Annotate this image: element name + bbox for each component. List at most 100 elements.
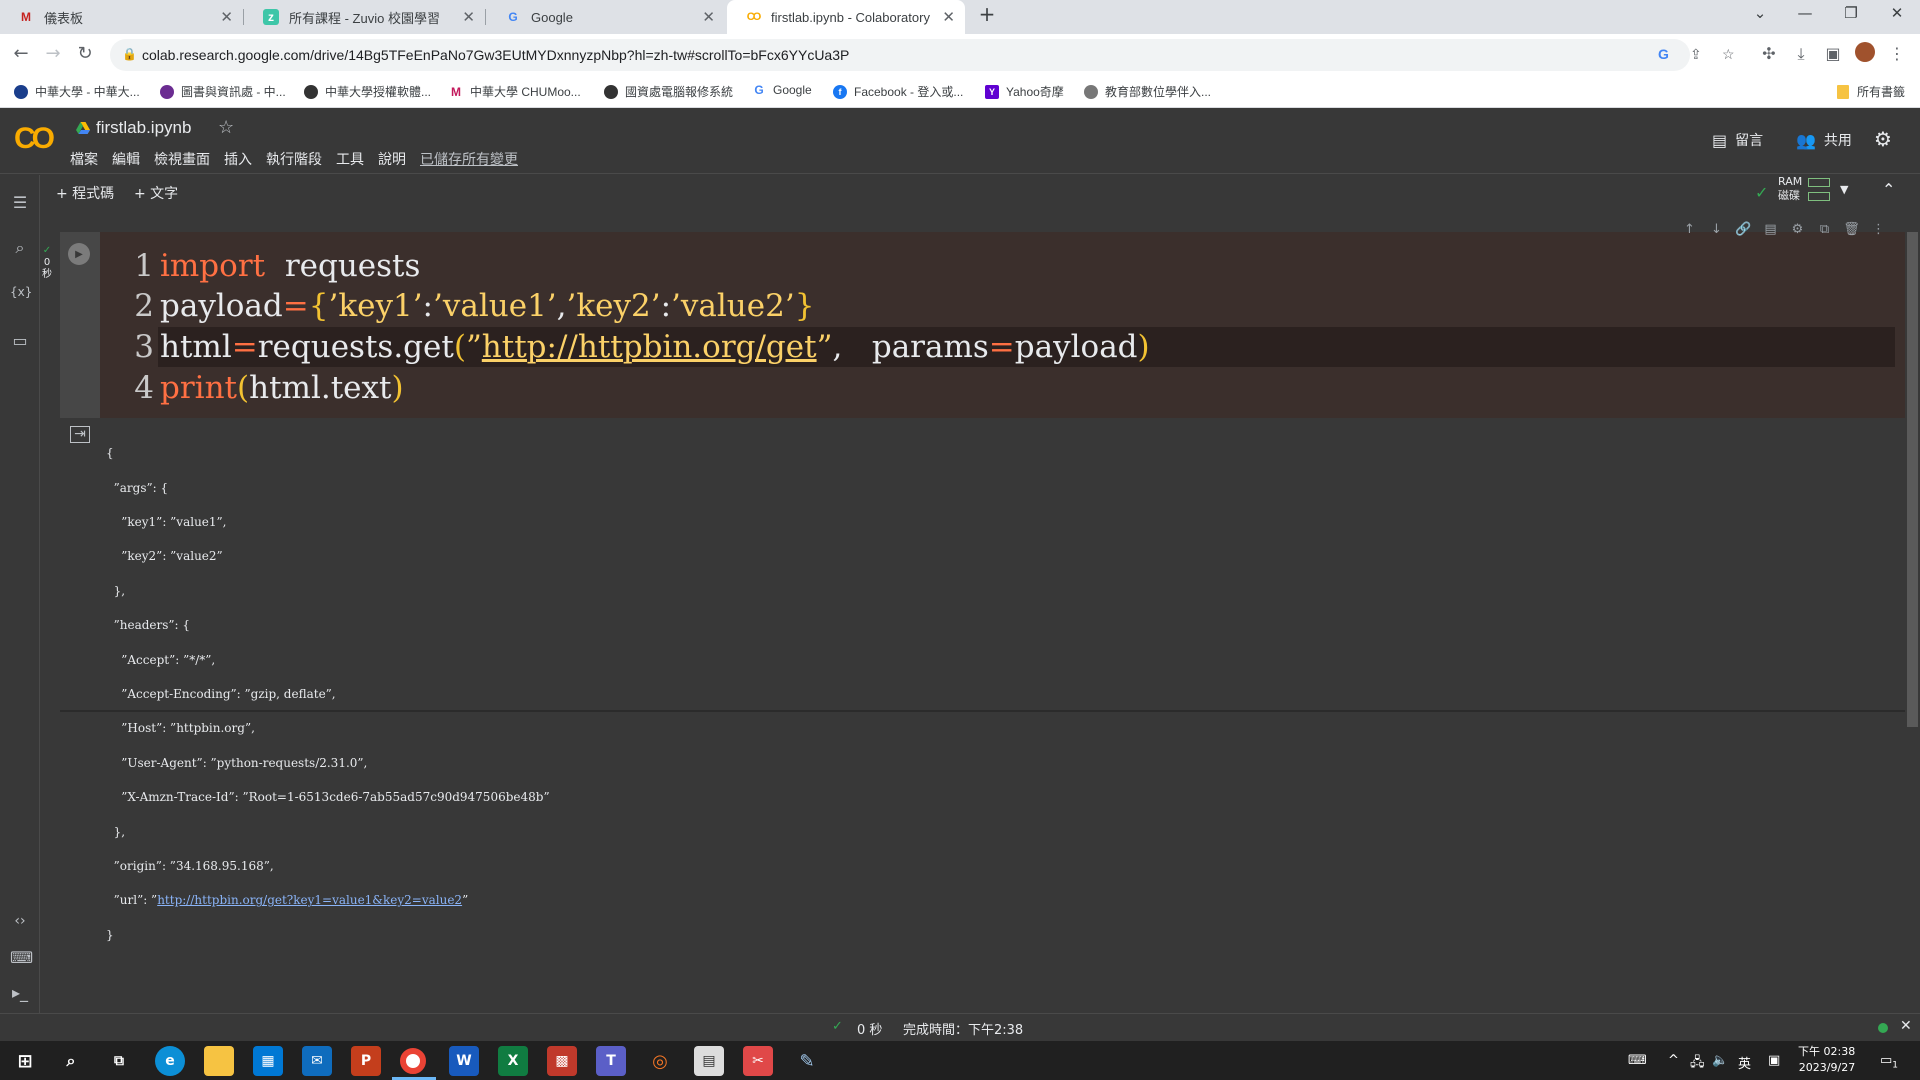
reload-icon[interactable]: ↻ [73,43,97,64]
code-line-3[interactable]: 3 html = requests.get(” http://httpbin.org/… [130,327,1149,367]
share-icon[interactable]: ⇪ [1690,46,1702,63]
powerpoint-icon[interactable]: P [351,1046,381,1076]
search-icon[interactable]: ⌕ [10,238,30,258]
move-down-icon[interactable]: ↓ [1707,222,1726,237]
ime-mode-icon[interactable]: ▣ [1768,1053,1780,1068]
colab-logo[interactable]: CO [14,122,55,156]
collapse-chevron-icon[interactable]: ⌃ [1882,180,1895,199]
menu-runtime[interactable]: 執行階段 [266,149,322,169]
bookmark-item[interactable]: f Facebook - 登入或... [833,83,963,100]
add-text-cell-button[interactable]: + 文字 [134,183,178,203]
tab-search-icon[interactable]: ⌄ [1745,4,1775,22]
file-explorer-icon[interactable] [204,1046,234,1076]
bookmark-item[interactable]: Y Yahoo奇摩 [985,83,1064,100]
app-icon[interactable]: ✂ [743,1046,773,1076]
bookmark-item[interactable]: 國資處電腦報修系統 [604,83,733,100]
cell-settings-icon[interactable]: ⚙ [1788,222,1807,237]
search-icon[interactable]: ⌕ [56,1046,86,1076]
command-palette-icon[interactable]: ⌨ [10,948,33,967]
tab-zuvio[interactable]: z 所有課程 - Zuvio 校園學習 ✕ [245,0,485,34]
menu-insert[interactable]: 插入 [224,149,252,169]
forward-icon[interactable]: → [41,43,65,64]
tab-dashboard[interactable]: M 儀表板 ✕ [0,0,243,34]
mail-icon[interactable]: ✉ [302,1046,332,1076]
close-icon[interactable]: ✕ [462,8,475,26]
run-cell-button[interactable]: ▶ [68,243,90,265]
restore-icon[interactable]: ❐ [1836,4,1866,22]
clock[interactable]: 下午 02:38 2023/9/27 [1798,1044,1855,1076]
all-bookmarks-folder[interactable]: 所有書籤 [1837,83,1905,100]
code-line-4[interactable]: 4 print(html.text) [130,368,403,408]
network-icon[interactable]: 🖧 [1690,1053,1705,1075]
task-view-icon[interactable]: ⧉ [104,1046,134,1076]
teams-icon[interactable]: T [596,1046,626,1076]
lock-icon[interactable]: 🔒 [122,47,137,61]
google-drive-icon[interactable] [76,122,90,134]
bookmark-item[interactable]: M 中華大學 CHUMoo... [449,83,581,100]
volume-icon[interactable]: 🔈 [1712,1053,1728,1068]
minimize-icon[interactable]: — [1790,4,1820,22]
excel-icon[interactable]: X [498,1046,528,1076]
ime-indicator[interactable]: 英 [1738,1053,1751,1072]
output-url-link[interactable]: http://httpbin.org/get?key1=value1&key2=… [157,893,462,907]
add-code-cell-button[interactable]: + 程式碼 [56,183,114,203]
notebook-scrollbar[interactable] [1907,232,1918,727]
table-of-contents-icon[interactable]: ☰ [10,193,30,212]
close-icon[interactable]: ✕ [702,8,715,26]
app-grid-icon[interactable]: ▩ [547,1046,577,1076]
address-bar[interactable]: 🔒 colab.research.google.com/drive/14Bg5T… [110,39,1735,71]
resource-monitor[interactable]: RAM 磁碟 [1778,175,1802,203]
cell-more-icon[interactable]: ⋮ [1869,222,1888,237]
code-url-link[interactable]: http://httpbin.org/get [482,329,817,365]
tab-colab[interactable]: CO firstlab.ipynb - Colaboratory ✕ [727,0,965,34]
menu-tools[interactable]: 工具 [336,149,364,169]
google-translate-icon[interactable]: G [1658,46,1669,62]
close-icon[interactable]: ✕ [220,8,233,26]
jupyter-icon[interactable]: ◎ [645,1046,675,1076]
close-icon[interactable]: ✕ [942,8,955,26]
share-button[interactable]: 👥 共用 [1796,130,1852,150]
settings-gear-icon[interactable]: ⚙ [1874,127,1892,151]
back-icon[interactable]: ← [9,43,33,64]
menu-view[interactable]: 檢視畫面 [154,149,210,169]
star-icon[interactable]: ☆ [218,117,234,138]
bookmark-star-icon[interactable]: ☆ [1722,46,1735,63]
download-icon[interactable]: ⤓ [1790,44,1812,64]
keyboard-layout-icon[interactable]: ⌨ [1628,1053,1647,1068]
paint-icon[interactable]: ✎ [792,1046,822,1076]
menu-help[interactable]: 說明 [378,149,406,169]
notebook-title[interactable]: firstlab.ipynb [96,118,191,138]
runtime-dropdown-icon[interactable]: ▼ [1840,183,1848,196]
code-line-1[interactable]: 1 import requests [130,246,420,286]
move-up-icon[interactable]: ↑ [1680,222,1699,237]
code-snippets-icon[interactable]: ‹› [10,913,30,929]
word-icon[interactable]: W [449,1046,479,1076]
bookmark-item[interactable]: 圖書與資訊處 - 中... [160,83,286,100]
variables-icon[interactable]: {x} [10,285,32,299]
terminal-icon[interactable]: ▸_ [10,983,30,1002]
chrome-icon[interactable] [400,1048,426,1074]
edge-icon[interactable]: e [155,1046,185,1076]
menu-file[interactable]: 檔案 [70,149,98,169]
comment-button[interactable]: ▤ 留言 [1712,130,1763,150]
bookmark-item[interactable]: 中華大學 - 中華大... [14,83,140,100]
window-close-icon[interactable]: ✕ [1882,4,1912,22]
bookmark-item[interactable]: 中華大學授權軟體... [304,83,431,100]
new-tab-button[interactable]: + [972,2,1002,26]
menu-edit[interactable]: 編輯 [112,149,140,169]
delete-icon[interactable]: 🗑 [1842,222,1861,237]
files-folder-icon[interactable]: ▭ [10,331,30,350]
link-icon[interactable]: 🔗 [1734,222,1753,237]
more-menu-icon[interactable]: ⋮ [1886,44,1908,63]
windows-start-icon[interactable]: ⊞ [10,1046,40,1076]
tray-expand-icon[interactable]: ^ [1668,1053,1679,1068]
close-status-icon[interactable]: ✕ [1900,1018,1912,1034]
mirror-cell-icon[interactable]: ⧉ [1815,222,1834,237]
comment-cell-icon[interactable]: ▤ [1761,222,1780,237]
bookmark-item[interactable]: G Google [752,83,812,97]
clear-output-icon[interactable]: ⇥ [70,426,90,443]
store-icon[interactable]: ▦ [253,1046,283,1076]
bookmark-item[interactable]: 教育部數位學伴入... [1084,83,1211,100]
code-line-2[interactable]: 2 payload ={’key1’:’value1’,’key2’:’value… [130,286,814,326]
extensions-icon[interactable]: ✣ [1758,44,1780,63]
